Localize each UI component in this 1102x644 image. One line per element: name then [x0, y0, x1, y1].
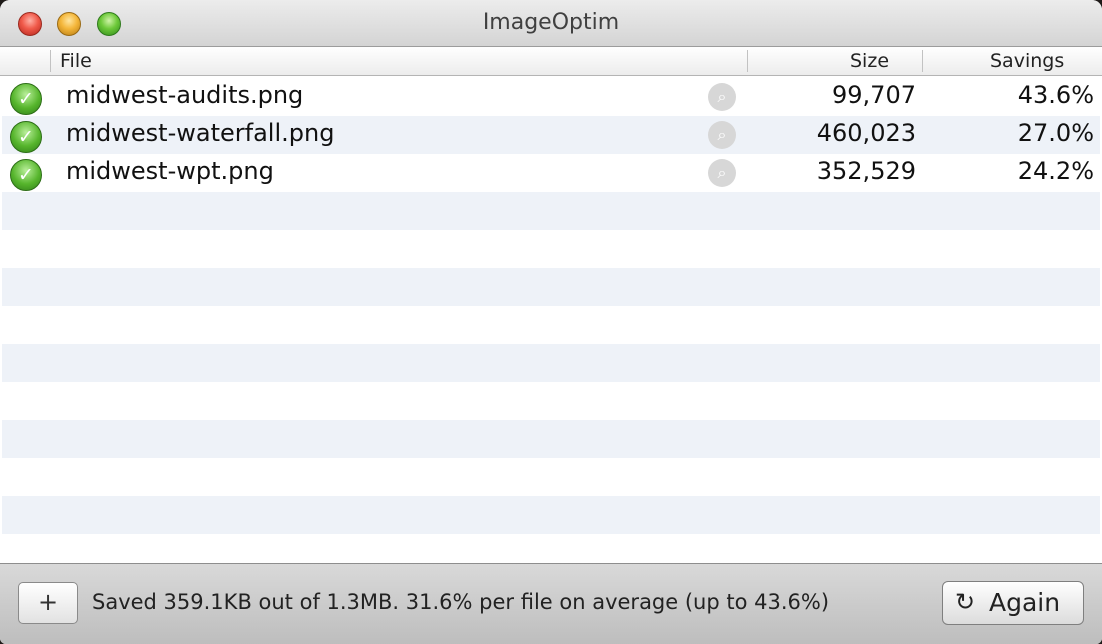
bottom-toolbar: + Saved 359.1KB out of 1.3MB. 31.6% per … — [0, 563, 1102, 644]
file-row[interactable]: ✓ midwest-waterfall.png ⌕ 460,023 27.0% — [2, 116, 1100, 154]
file-size: 460,023 — [816, 119, 916, 147]
file-row[interactable]: ✓ midwest-audits.png ⌕ 99,707 43.6% — [2, 78, 1100, 116]
column-separator — [922, 50, 923, 72]
column-separator — [747, 50, 748, 72]
empty-row — [2, 344, 1100, 382]
empty-row — [2, 458, 1100, 496]
empty-row — [2, 306, 1100, 344]
empty-row — [2, 230, 1100, 268]
empty-row — [2, 534, 1100, 563]
file-name: midwest-audits.png — [66, 81, 304, 109]
file-name: midwest-waterfall.png — [66, 119, 335, 147]
column-header-size[interactable]: Size — [850, 50, 889, 72]
file-list: ✓ midwest-audits.png ⌕ 99,707 43.6% ✓ mi… — [2, 78, 1100, 563]
file-row[interactable]: ✓ midwest-wpt.png ⌕ 352,529 24.2% — [2, 154, 1100, 192]
savings-summary: Saved 359.1KB out of 1.3MB. 31.6% per fi… — [92, 590, 830, 614]
empty-row — [2, 192, 1100, 230]
file-size: 352,529 — [816, 157, 916, 185]
window-title: ImageOptim — [482, 10, 620, 35]
file-savings: 27.0% — [1017, 119, 1094, 147]
add-files-button[interactable]: + — [18, 582, 78, 624]
file-size: 99,707 — [832, 81, 916, 109]
column-header-file[interactable]: File — [60, 50, 92, 72]
column-header-savings[interactable]: Savings — [990, 50, 1064, 72]
file-savings: 43.6% — [1017, 81, 1094, 109]
column-separator — [50, 50, 51, 72]
empty-row — [2, 496, 1100, 534]
empty-row — [2, 268, 1100, 306]
file-savings: 24.2% — [1017, 157, 1094, 185]
file-name: midwest-wpt.png — [66, 157, 274, 185]
empty-row — [2, 420, 1100, 458]
empty-row — [2, 382, 1100, 420]
magnifier-icon[interactable]: ⌕ — [708, 83, 736, 111]
check-icon: ✓ — [10, 159, 42, 191]
column-header: File Size Savings — [0, 47, 1102, 76]
title-bar: ImageOptim — [0, 0, 1102, 47]
again-button-label: Again — [989, 588, 1061, 617]
magnifier-icon[interactable]: ⌕ — [708, 121, 736, 149]
check-icon: ✓ — [10, 121, 42, 153]
check-icon: ✓ — [10, 83, 42, 115]
app-window: ImageOptim File Size Savings ✓ midwest-a… — [0, 0, 1102, 644]
reload-icon: ↻ — [955, 588, 976, 616]
again-button[interactable]: ↻ Again — [942, 581, 1084, 625]
magnifier-icon[interactable]: ⌕ — [708, 159, 736, 187]
